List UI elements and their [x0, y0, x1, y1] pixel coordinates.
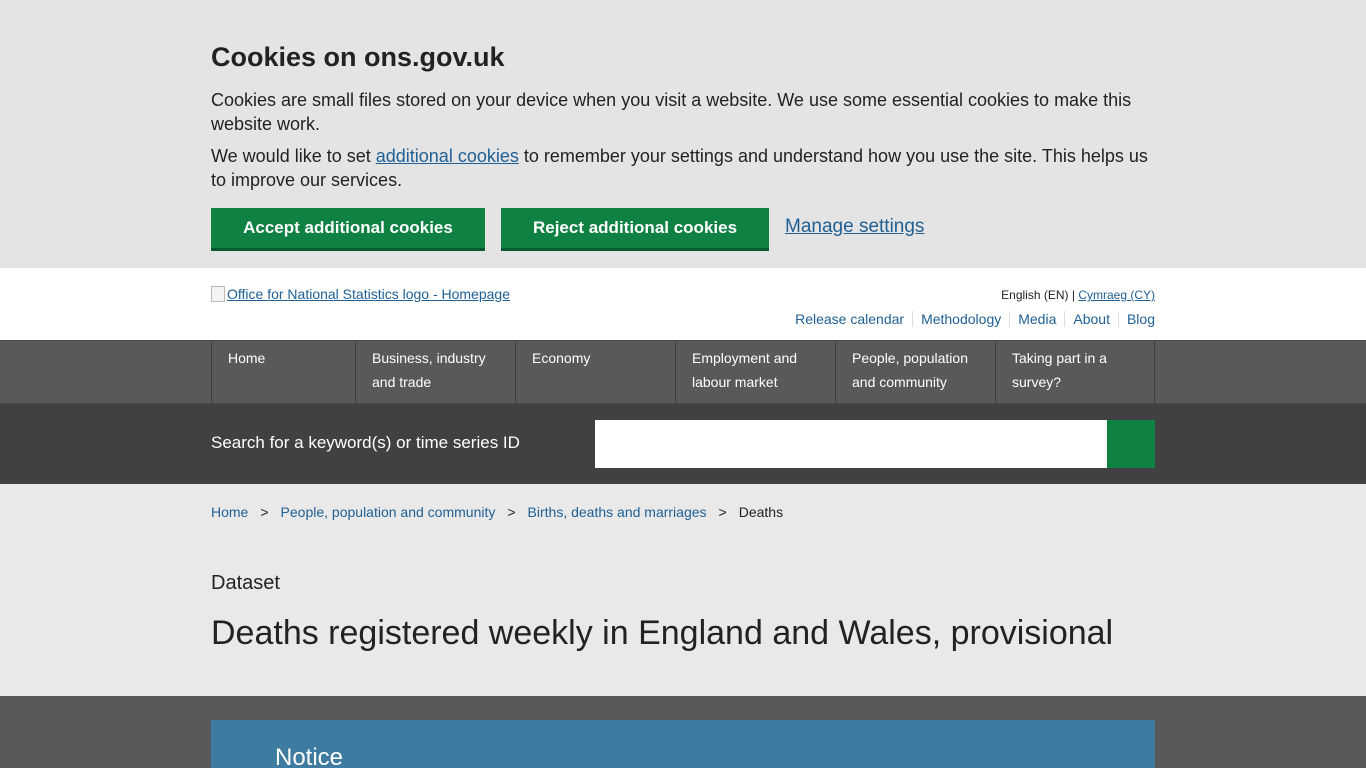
nav-item-survey[interactable]: Taking part in a survey?	[995, 341, 1155, 404]
notice-title: Notice	[275, 744, 344, 768]
utility-nav: Release calendar Methodology Media About…	[787, 311, 1155, 327]
utility-link-release-calendar[interactable]: Release calendar	[787, 311, 912, 327]
logo-alt-text: Office for National Statistics logo - Ho…	[227, 286, 510, 302]
utility-link-methodology[interactable]: Methodology	[912, 311, 1009, 327]
breadcrumb-separator: >	[718, 504, 727, 520]
search-input[interactable]	[595, 420, 1107, 468]
breadcrumb-current: Deaths	[738, 504, 784, 520]
broken-image-icon	[211, 286, 225, 302]
language-welsh-link[interactable]: Cymraeg (CY)	[1078, 288, 1155, 302]
utility-link-media[interactable]: Media	[1009, 311, 1064, 327]
breadcrumb-births[interactable]: Births, deaths and marriages	[528, 504, 707, 520]
additional-cookies-link[interactable]: additional cookies	[376, 146, 519, 166]
nav-item-business[interactable]: Business, industry and trade	[355, 341, 515, 404]
utility-link-about[interactable]: About	[1064, 311, 1118, 327]
nav-item-people[interactable]: People, population and community	[835, 341, 995, 404]
notice-band: Notice	[0, 696, 1366, 768]
page-header: Home > People, population and community …	[0, 484, 1366, 696]
cookie-banner-paragraph-2: We would like to set additional cookies …	[211, 146, 1148, 190]
page-title: Deaths registered weekly in England and …	[211, 614, 1114, 652]
nav-item-economy[interactable]: Economy	[515, 341, 675, 404]
breadcrumb-separator: >	[260, 504, 269, 520]
primary-nav: Home Business, industry and trade Economy…	[0, 340, 1366, 404]
language-separator: |	[1071, 288, 1075, 302]
ons-logo-link[interactable]: Office for National Statistics logo - Ho…	[211, 286, 510, 302]
site-header: Office for National Statistics logo - Ho…	[0, 268, 1366, 340]
search-label: Search for a keyword(s) or time series I…	[211, 433, 520, 452]
content-type-label: Dataset	[211, 572, 280, 594]
breadcrumb: Home > People, population and community …	[211, 504, 783, 520]
accept-cookies-button[interactable]: Accept additional cookies	[211, 208, 485, 248]
reject-cookies-button[interactable]: Reject additional cookies	[501, 208, 769, 248]
breadcrumb-people[interactable]: People, population and community	[281, 504, 496, 520]
breadcrumb-separator: >	[507, 504, 516, 520]
utility-link-blog[interactable]: Blog	[1117, 311, 1155, 327]
language-switcher: English (EN) | Cymraeg (CY)	[1001, 288, 1155, 302]
cookie-banner-paragraph: Cookies are small files stored on your d…	[211, 90, 1132, 134]
notice-panel: Notice	[211, 720, 1155, 768]
breadcrumb-home[interactable]: Home	[211, 504, 248, 520]
language-current: English (EN)	[1001, 288, 1069, 302]
search-bar: Search for a keyword(s) or time series I…	[0, 404, 1366, 484]
nav-item-employment[interactable]: Employment and labour market	[675, 341, 835, 404]
cookie-banner-title: Cookies on ons.gov.uk	[211, 42, 505, 72]
nav-item-home[interactable]: Home	[211, 341, 355, 404]
search-button[interactable]	[1107, 420, 1155, 468]
cookie-banner: Cookies on ons.gov.uk Cookies are small …	[0, 0, 1366, 268]
manage-settings-link[interactable]: Manage settings	[785, 216, 924, 238]
